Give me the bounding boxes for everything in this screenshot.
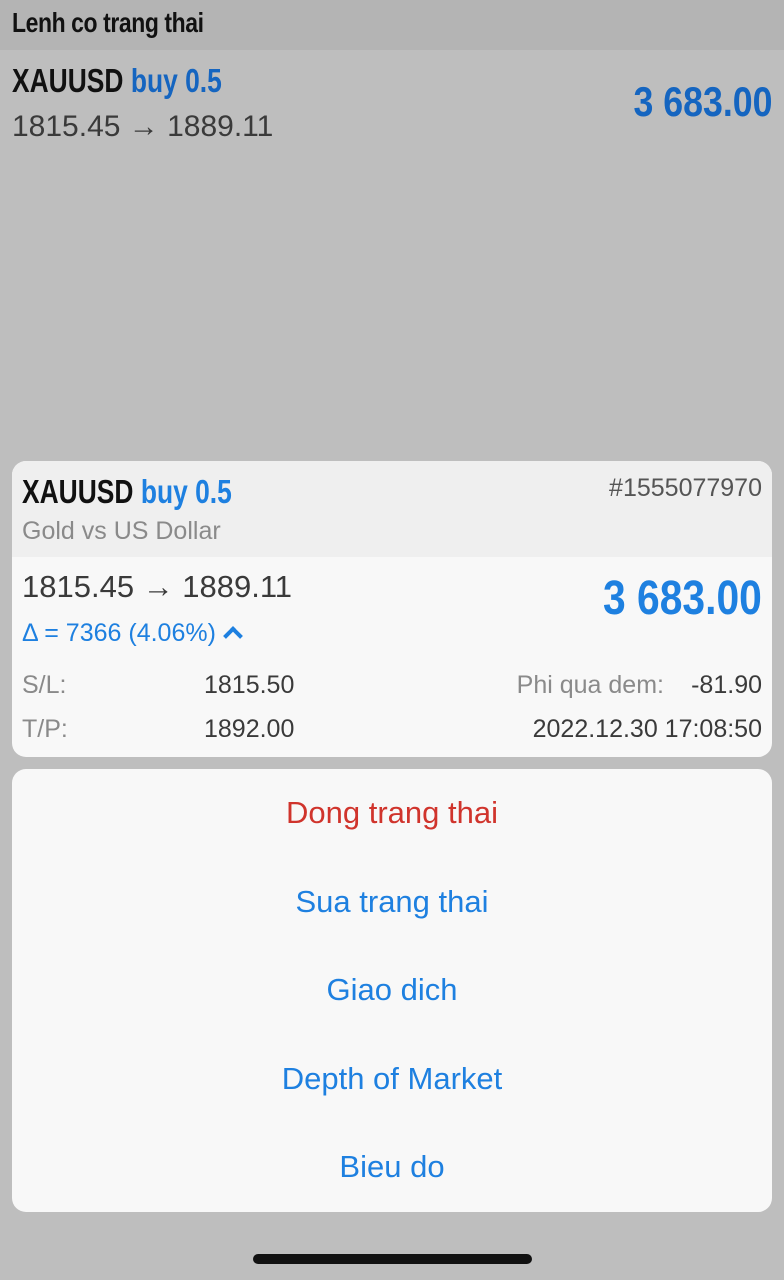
card-direction-text: buy 0.5: [140, 473, 232, 510]
take-profit-label: T/P:: [22, 715, 68, 743]
depth-of-market-button[interactable]: Depth of Market: [12, 1035, 772, 1123]
position-symbol: XAUUSD buy 0.5: [12, 62, 222, 100]
take-profit-value: 1892.00: [204, 715, 295, 743]
swap-label: Phi qua dem:: [516, 671, 664, 699]
symbol-text: XAUUSD: [12, 62, 124, 99]
screen-header: Lenh co trang thai: [0, 0, 784, 50]
card-symbol-text: XAUUSD: [22, 473, 134, 510]
swap-value: -81.90: [691, 671, 762, 699]
card-prices: 1815.45 → 1889.11: [22, 569, 293, 604]
screen-title: Lenh co trang thai: [12, 7, 204, 38]
trade-button[interactable]: Giao dich: [12, 946, 772, 1034]
action-sheet: Dong trang thai Sua trang thai Giao dich…: [12, 769, 772, 1212]
price-delta-text: Δ = 7366 (4.06%): [22, 619, 216, 647]
card-profit: 3 683.00: [603, 572, 762, 625]
position-prices: 1815.45 → 1889.11: [12, 110, 274, 143]
chevron-up-icon: [223, 625, 243, 646]
direction-text: buy 0.5: [130, 62, 222, 99]
chart-button[interactable]: Bieu do: [12, 1123, 772, 1211]
modify-position-button[interactable]: Sua trang thai: [12, 858, 772, 946]
symbol-description: Gold vs US Dollar: [22, 517, 221, 545]
price-delta: Δ = 7366 (4.06%): [22, 619, 243, 648]
stop-loss-label: S/L:: [22, 671, 67, 699]
card-header: XAUUSD buy 0.5 Gold vs US Dollar #155507…: [12, 461, 772, 557]
close-position-button[interactable]: Dong trang thai: [12, 769, 772, 857]
screen: Lenh co trang thai XAUUSD buy 0.5 1815.4…: [0, 0, 784, 1280]
ticket-number: #1555077970: [609, 474, 762, 502]
position-detail-card: XAUUSD buy 0.5 Gold vs US Dollar #155507…: [12, 461, 772, 757]
stop-loss-value: 1815.50: [204, 671, 295, 699]
open-time: 2022.12.30 17:08:50: [532, 715, 762, 743]
card-symbol: XAUUSD buy 0.5: [22, 473, 232, 511]
home-indicator[interactable]: [253, 1254, 532, 1264]
position-profit: 3 683.00: [633, 78, 772, 125]
position-row[interactable]: XAUUSD buy 0.5 1815.45 → 1889.11 3 683.0…: [0, 50, 784, 160]
